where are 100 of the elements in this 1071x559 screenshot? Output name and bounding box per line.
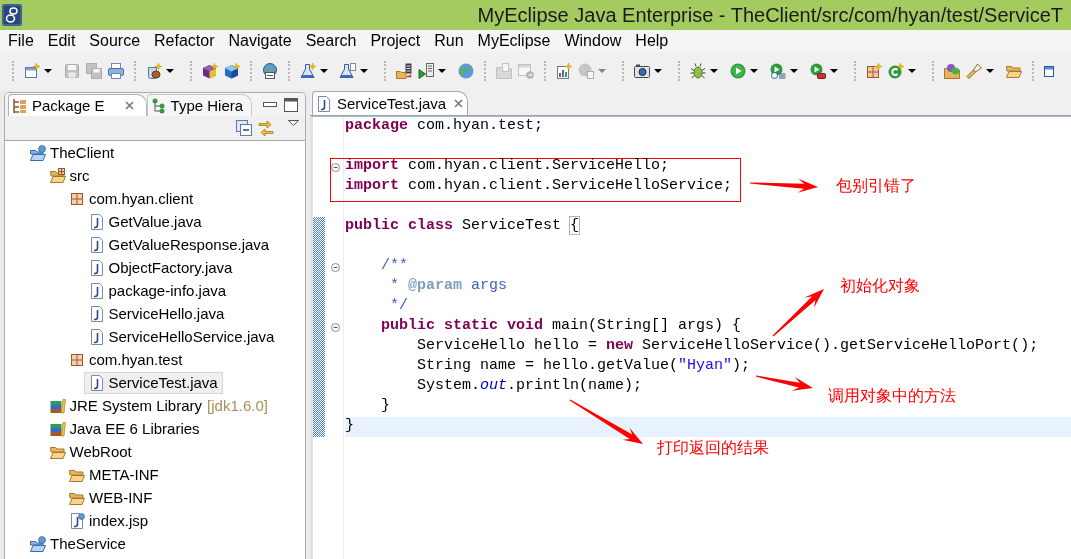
caret-icon[interactable] [908,69,916,73]
menu-item[interactable]: Project [363,31,428,51]
printer-icon [108,63,124,79]
tree-item[interactable]: GetValueResponse.java [83,233,275,256]
maximize-icon[interactable] [284,97,298,112]
annotation-arrow [772,289,824,337]
tree-item[interactable]: package-info.java [83,279,232,302]
tree-item[interactable]: WebRoot [44,440,137,463]
caret-icon[interactable] [320,69,328,73]
caret-icon[interactable] [830,69,838,73]
view-tab[interactable]: Type Hiera [146,94,253,116]
tree-item[interactable]: JRE System Library [jdk1.6.0] [44,394,273,417]
folder-balls-icon [944,63,960,79]
caret-icon[interactable] [750,69,758,73]
package-icon [69,351,85,368]
package-icon [69,190,85,207]
tree-item[interactable]: ServiceHelloService.java [83,325,280,348]
menu-item[interactable]: Run [427,31,471,51]
flashlight-icon [966,63,982,79]
caret-icon[interactable] [360,69,368,73]
tree-item[interactable]: TheClient [25,141,120,164]
caret-icon[interactable] [790,69,798,73]
minimize-icon[interactable] [263,102,277,107]
folder-icon [1006,63,1022,79]
chart-icon [556,63,572,79]
annotation-text: 打印返回的结果 [657,439,769,457]
code-line: System.out.println(name); [417,377,643,394]
close-icon[interactable] [454,99,464,108]
menu-item[interactable]: Help [628,31,676,51]
caret-icon[interactable] [166,69,174,73]
globe-icon [458,63,474,79]
bug-icon [690,63,706,79]
caret-icon[interactable] [438,69,446,73]
tree-item[interactable]: com.hyan.test [64,348,188,371]
camera-icon [634,63,650,79]
menu-item[interactable]: Navigate [221,31,299,51]
java-file-icon [88,328,105,345]
tree-item[interactable]: src [44,164,95,187]
code-line: String name = hello.getValue("Hyan"); [417,357,751,374]
view-menu-icon[interactable] [288,120,299,126]
folder-document-icon [496,63,512,79]
tree-item[interactable]: GetValue.java [83,210,207,233]
menu-item[interactable]: File [1,31,41,51]
caret-icon[interactable] [654,69,662,73]
code-line: * @param args [390,277,508,294]
collapse-icon[interactable] [330,162,340,172]
menu-item[interactable]: Source [82,31,148,51]
menu-item[interactable]: Search [298,31,364,51]
menu-item[interactable]: Window [557,31,629,51]
annotation-arrow [755,375,813,391]
new-window-icon [24,63,40,79]
tree-item[interactable]: ServiceTest.java [83,371,223,394]
collapse-icon[interactable] [330,262,340,272]
tree-item[interactable]: Java EE 6 Libraries [44,417,205,440]
caret-icon[interactable] [44,69,52,73]
close-icon[interactable] [124,101,134,110]
play-toolbox-icon [810,63,826,79]
sync-arrows-icon[interactable] [258,120,274,136]
annotation-text: 调用对象中的方法 [828,387,956,405]
annotation-text: 初始化对象 [840,277,920,295]
server-folder-icon [396,63,412,79]
cube-icon [202,63,218,79]
flask-icon [300,63,316,79]
tree-item[interactable]: WEB-INF [64,486,158,509]
tree-item[interactable]: ServiceHello.java [83,302,230,325]
menu-item[interactable]: Refactor [147,31,222,51]
menu-item[interactable]: MyEclipse [470,31,558,51]
tree-item[interactable]: ObjectFactory.java [83,256,238,279]
window-title: MyEclipse Java Enterprise - TheClient/src/com/hyan/test/ServiceT [477,3,1063,27]
code-line: /** [381,257,409,274]
java-file-icon [88,259,105,276]
books-icon [49,397,66,414]
menu-item[interactable]: Edit [40,31,83,51]
tree-item[interactable]: TheService [25,532,131,555]
code-line: } [381,397,391,414]
tree-item[interactable]: com.hyan.client [64,187,199,210]
code-line: import com.hyan.client.ServiceHelloService; [345,177,733,194]
tree-item[interactable]: META-INF [64,463,164,486]
collapse-icon[interactable] [330,322,340,332]
server-play-icon [418,63,434,79]
java-file-icon [88,374,105,391]
books-icon [49,420,66,437]
view-tab[interactable]: Package E [8,94,147,116]
caret-icon[interactable] [986,69,994,73]
code-line: import com.hyan.client.ServiceHello; [345,157,670,174]
tree-item[interactable]: index.jsp [64,509,154,532]
caret-icon[interactable] [710,69,718,73]
collapse-all-icon[interactable] [236,120,252,136]
annotation-text: 包别引错了 [836,177,916,195]
java-file-icon [316,95,332,112]
java-file-icon [88,213,105,230]
code-line: package com.hyan.test; [345,117,544,134]
folder-globe-icon [30,535,46,552]
flask-icon [340,63,356,79]
play-icon [730,63,746,79]
package-tree-icon [12,97,28,114]
globe-icon [262,63,278,79]
code-line: } [345,417,354,434]
java-file-icon [88,282,105,299]
editor-tab[interactable]: ServiceTest.java [312,91,469,115]
